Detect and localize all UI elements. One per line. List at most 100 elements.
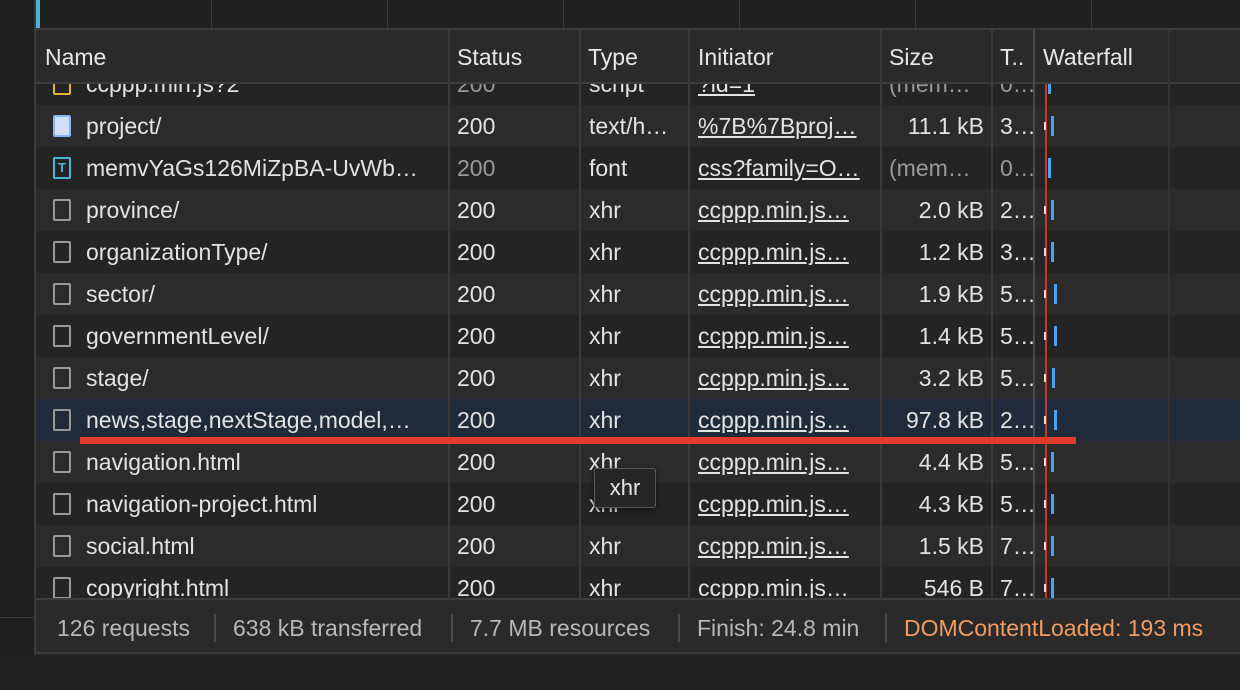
waterfall-bar bbox=[1051, 494, 1054, 514]
status-bar: 126 requests 638 kB transferred 7.7 MB r… bbox=[36, 598, 1240, 654]
status-divider bbox=[214, 614, 216, 642]
request-initiator[interactable]: ccppp.min.js… bbox=[698, 357, 876, 399]
overview-gridline bbox=[915, 0, 916, 28]
table-row[interactable]: news,stage,nextStage,model,… 200 xhr ccppp.… bbox=[36, 399, 1240, 441]
request-name: stage/ bbox=[86, 365, 149, 391]
request-initiator[interactable]: ccppp.min.js… bbox=[698, 483, 876, 525]
column-divider[interactable] bbox=[688, 30, 690, 598]
request-type: font bbox=[589, 155, 628, 181]
request-initiator[interactable]: ccppp.min.js… bbox=[698, 441, 876, 483]
waterfall-wait-tick bbox=[1044, 248, 1046, 256]
bottom-drawer-bar bbox=[0, 656, 1240, 690]
waterfall-bar bbox=[1051, 116, 1054, 136]
request-type: xhr bbox=[589, 239, 621, 265]
request-initiator[interactable]: ccppp.min.js… bbox=[698, 231, 876, 273]
column-divider[interactable] bbox=[1033, 30, 1035, 598]
request-time: 0… bbox=[1000, 84, 1034, 97]
network-table-header: Name Status Type Initiator Size T.. Wate… bbox=[36, 30, 1240, 84]
request-time: 5… bbox=[1000, 449, 1034, 475]
request-initiator[interactable]: ?id=1 bbox=[698, 84, 876, 105]
overview-gridline bbox=[387, 0, 388, 28]
request-name: governmentLevel/ bbox=[86, 323, 269, 349]
request-time: 5… bbox=[1000, 281, 1034, 307]
xhr-file-icon bbox=[53, 367, 71, 389]
table-row[interactable]: copyright.html 200 xhr ccppp.min.js… 546 B 7… bbox=[36, 567, 1240, 598]
waterfall-bar bbox=[1052, 368, 1055, 388]
column-divider[interactable] bbox=[579, 30, 581, 598]
table-row[interactable]: ccppp.min.js?2 200 script ?id=1 (mem… 0… bbox=[36, 84, 1240, 105]
table-row[interactable]: project/200 text/h… %7B%7Bproj… 11.1 kB 3… bbox=[36, 105, 1240, 147]
column-divider[interactable] bbox=[880, 30, 882, 598]
request-type: xhr bbox=[589, 575, 621, 598]
waterfall-wait-tick bbox=[1044, 374, 1046, 382]
request-status: 200 bbox=[457, 281, 496, 307]
column-header-size[interactable]: Size bbox=[880, 30, 991, 82]
column-header-status[interactable]: Status bbox=[448, 30, 579, 82]
request-time: 7… bbox=[1000, 533, 1034, 559]
waterfall-bar bbox=[1051, 536, 1054, 556]
column-header-type[interactable]: Type bbox=[579, 30, 688, 82]
waterfall-bar bbox=[1054, 326, 1057, 346]
request-size: 97.8 kB bbox=[906, 407, 984, 433]
request-initiator[interactable]: css?family=O… bbox=[698, 147, 876, 189]
table-row[interactable]: memvYaGs126MiZpBA-UvWb… 200 font css?family… bbox=[36, 147, 1240, 189]
status-divider bbox=[885, 614, 887, 642]
request-initiator[interactable]: ccppp.min.js… bbox=[698, 567, 876, 598]
xhr-file-icon bbox=[53, 283, 71, 305]
request-status: 200 bbox=[457, 113, 496, 139]
column-header-waterfall[interactable]: Waterfall bbox=[1034, 30, 1240, 82]
waterfall-wait-tick bbox=[1044, 290, 1046, 298]
table-row[interactable]: organizationType/200 xhr ccppp.min.js… 1.2 … bbox=[36, 231, 1240, 273]
column-divider[interactable] bbox=[448, 30, 450, 598]
resources-size: 7.7 MB resources bbox=[470, 615, 651, 641]
column-header-time[interactable]: T.. bbox=[991, 30, 1035, 82]
request-size: 4.3 kB bbox=[918, 491, 984, 517]
overview-gridline bbox=[1091, 0, 1092, 28]
request-size: 1.2 kB bbox=[918, 239, 984, 265]
overview-gridline bbox=[211, 0, 212, 28]
request-name: organizationType/ bbox=[86, 239, 268, 265]
column-header-initiator[interactable]: Initiator bbox=[689, 30, 880, 82]
request-initiator[interactable]: ccppp.min.js… bbox=[698, 189, 876, 231]
column-header-name[interactable]: Name bbox=[36, 30, 448, 82]
table-row[interactable]: governmentLevel/200 xhr ccppp.min.js… 1.4 k… bbox=[36, 315, 1240, 357]
table-row[interactable]: social.html 200 xhr ccppp.min.js… 1.5 kB 7… bbox=[36, 525, 1240, 567]
waterfall-wait-tick bbox=[1044, 500, 1046, 508]
column-divider[interactable] bbox=[991, 30, 993, 598]
table-row[interactable]: province/200 xhr ccppp.min.js… 2.0 kB 2… bbox=[36, 189, 1240, 231]
request-initiator[interactable]: ccppp.min.js… bbox=[698, 315, 876, 357]
request-initiator[interactable]: ccppp.min.js… bbox=[698, 273, 876, 315]
request-size: 546 B bbox=[923, 575, 984, 598]
request-time: 3… bbox=[1000, 113, 1034, 139]
xhr-file-icon bbox=[53, 451, 71, 473]
request-status: 200 bbox=[457, 449, 496, 475]
waterfall-bar bbox=[1051, 578, 1054, 598]
request-time: 0… bbox=[1000, 155, 1034, 181]
request-initiator[interactable]: ccppp.min.js… bbox=[698, 525, 876, 567]
request-time: 7… bbox=[1000, 575, 1034, 598]
request-type: xhr bbox=[589, 533, 621, 559]
request-initiator[interactable]: ccppp.min.js… bbox=[698, 399, 876, 441]
timeline-overview[interactable] bbox=[36, 0, 1240, 30]
request-type: xhr bbox=[589, 365, 621, 391]
network-request-list[interactable]: ccppp.min.js?2 200 script ?id=1 (mem… 0… proje… bbox=[36, 84, 1240, 598]
request-type: xhr bbox=[589, 281, 621, 307]
request-name: social.html bbox=[86, 533, 195, 559]
overview-marker bbox=[36, 0, 40, 28]
xhr-file-icon bbox=[53, 493, 71, 515]
gutter-divider bbox=[0, 617, 34, 618]
request-initiator[interactable]: %7B%7Bproj… bbox=[698, 105, 876, 147]
waterfall-wait-tick bbox=[1044, 542, 1046, 550]
request-type: script bbox=[589, 84, 644, 97]
request-status: 200 bbox=[457, 323, 496, 349]
waterfall-bar bbox=[1048, 158, 1051, 178]
request-size: (mem… bbox=[889, 84, 971, 97]
status-divider bbox=[678, 614, 680, 642]
waterfall-bar bbox=[1048, 84, 1051, 94]
request-name: province/ bbox=[86, 197, 180, 223]
request-size: 4.4 kB bbox=[918, 449, 984, 475]
request-name: navigation-project.html bbox=[86, 491, 318, 517]
table-row[interactable]: stage/200 xhr ccppp.min.js… 3.2 kB 5… bbox=[36, 357, 1240, 399]
request-time: 3… bbox=[1000, 239, 1034, 265]
table-row[interactable]: sector/200 xhr ccppp.min.js… 1.9 kB 5… bbox=[36, 273, 1240, 315]
